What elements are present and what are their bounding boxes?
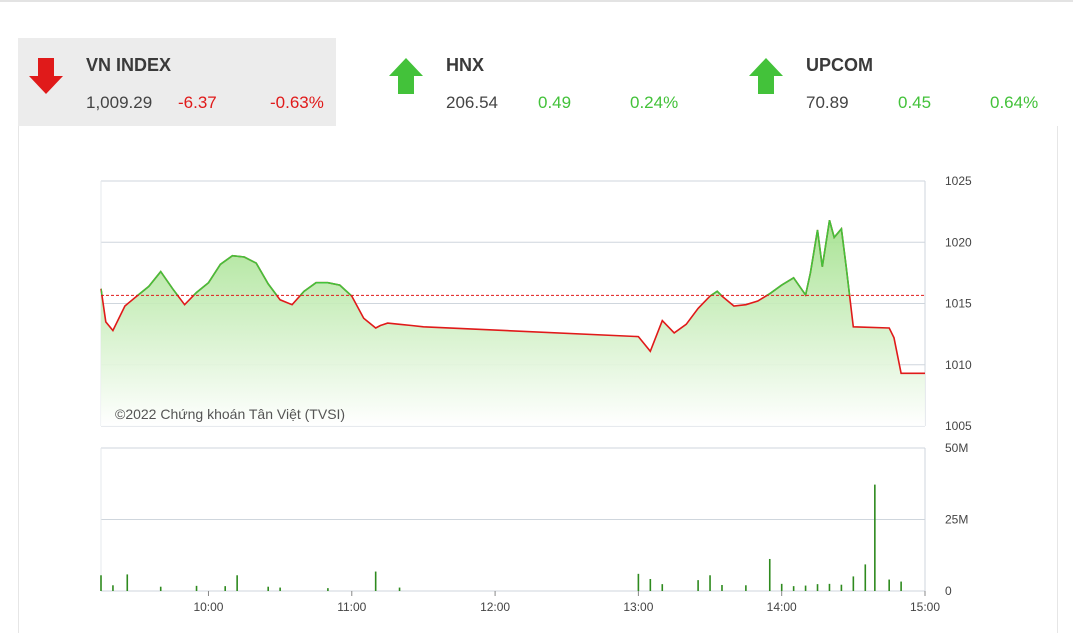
volume-bar bbox=[840, 584, 843, 591]
time-tick-label: 11:00 bbox=[337, 600, 366, 614]
index-change: -6.37 bbox=[178, 93, 217, 112]
price-area bbox=[101, 220, 925, 426]
time-tick-label: 13:00 bbox=[623, 600, 653, 614]
index-tab-hnx[interactable]: HNX 206.54 0.49 0.24% bbox=[378, 38, 696, 126]
volume-bar bbox=[745, 585, 747, 591]
time-tick-label: 15:00 bbox=[910, 600, 940, 614]
price-tick-label: 1025 bbox=[945, 174, 972, 188]
volume-bar bbox=[195, 585, 198, 591]
index-change: 0.45 bbox=[898, 93, 932, 112]
volume-bar bbox=[126, 574, 129, 591]
index-name: UPCOM bbox=[806, 55, 873, 75]
index-tab-upcom[interactable]: UPCOM 70.89 0.45 0.64% bbox=[738, 38, 1056, 126]
volume-bar bbox=[900, 581, 902, 591]
volume-bar bbox=[279, 587, 281, 591]
volume-bar bbox=[637, 573, 640, 591]
index-price: 70.89 bbox=[806, 93, 849, 112]
volume-bar bbox=[267, 586, 269, 591]
volume-bar bbox=[864, 564, 867, 591]
volume-bar bbox=[768, 558, 771, 591]
index-name: VN INDEX bbox=[86, 55, 172, 75]
volume-bar bbox=[649, 578, 652, 591]
volume-bar bbox=[112, 585, 114, 591]
intraday-chart-panel: 1025 1020 1015 1010 1005 ©2022 Chứng khoán Tâ… bbox=[18, 126, 1058, 633]
volume-bar bbox=[828, 583, 831, 591]
volume-bar bbox=[661, 584, 664, 591]
copyright-text: ©2022 Chứng khoán Tân Việt (TVSI) bbox=[115, 406, 345, 422]
volume-bar bbox=[874, 484, 876, 591]
volume-tick-label: 50M bbox=[945, 441, 968, 455]
index-tabs: VN INDEX 1,009.29 -6.37 -0.63% HNX 206.54 0.49… bbox=[18, 38, 1058, 126]
arrow-down-icon bbox=[29, 58, 63, 94]
volume-bar bbox=[804, 585, 807, 591]
time-tick-label: 10:00 bbox=[193, 600, 223, 614]
volume-bar bbox=[697, 580, 699, 591]
volume-bar bbox=[721, 584, 723, 591]
index-price: 206.54 bbox=[446, 93, 498, 112]
price-tick-label: 1015 bbox=[945, 297, 972, 311]
volume-bar bbox=[792, 586, 795, 591]
price-tick-label: 1020 bbox=[945, 235, 972, 249]
index-tab-vn-index[interactable]: VN INDEX 1,009.29 -6.37 -0.63% bbox=[18, 38, 336, 126]
index-percent: -0.63% bbox=[270, 93, 324, 112]
arrow-up-icon bbox=[389, 58, 423, 94]
volume-bar bbox=[852, 576, 855, 591]
volume-tick-label: 25M bbox=[945, 513, 968, 527]
index-percent: 0.64% bbox=[990, 93, 1039, 112]
volume-bar bbox=[374, 571, 377, 591]
arrow-up-icon bbox=[749, 58, 783, 94]
index-price: 1,009.29 bbox=[86, 93, 153, 112]
volume-bar bbox=[327, 588, 329, 591]
volume-bar bbox=[709, 575, 711, 591]
intraday-chart: 1025 1020 1015 1010 1005 ©2022 Chứng khoán Tâ… bbox=[100, 174, 972, 614]
volume-bar bbox=[100, 575, 102, 591]
index-percent: 0.24% bbox=[630, 93, 679, 112]
time-tick-label: 12:00 bbox=[480, 600, 510, 614]
index-change: 0.49 bbox=[538, 93, 572, 112]
volume-bar bbox=[398, 587, 401, 591]
index-name: HNX bbox=[446, 55, 485, 75]
price-tick-label: 1005 bbox=[945, 419, 972, 433]
price-tick-label: 1010 bbox=[945, 358, 972, 372]
volume-bar bbox=[780, 583, 783, 591]
volume-tick-label: 0 bbox=[945, 584, 952, 598]
volume-bar bbox=[816, 584, 819, 591]
volume-bar bbox=[224, 586, 226, 591]
volume-bar bbox=[888, 579, 890, 591]
top-divider bbox=[0, 0, 1073, 2]
volume-bar bbox=[236, 575, 238, 591]
time-tick-label: 14:00 bbox=[767, 600, 797, 614]
volume-bar bbox=[159, 586, 162, 591]
